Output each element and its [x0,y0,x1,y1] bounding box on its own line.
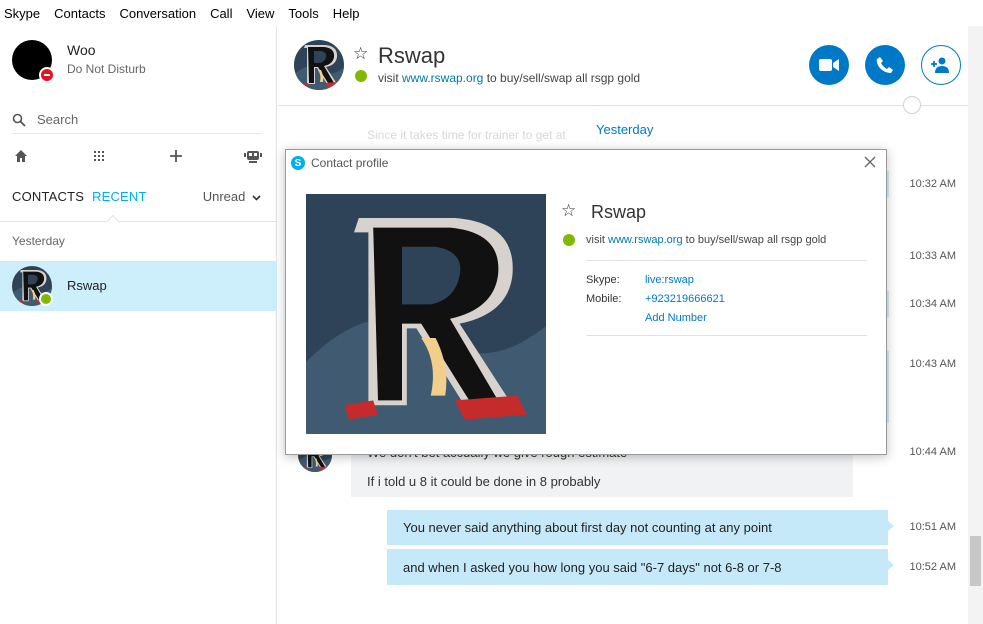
phone-icon [876,57,893,73]
video-call-button[interactable] [809,45,849,85]
menu-conversation[interactable]: Conversation [119,6,196,21]
online-status-icon [563,234,575,246]
plus-icon[interactable] [167,146,185,166]
sidebar-toolbar [12,146,262,168]
online-status-icon [355,70,367,82]
menu-contacts[interactable]: Contacts [54,6,105,21]
my-profile[interactable]: Woo Do Not Disturb [12,40,146,83]
my-avatar[interactable] [12,40,55,83]
scrollbar-thumb[interactable] [970,536,981,586]
mood-prefix: visit [378,71,402,85]
divider [586,335,867,336]
add-number-link[interactable]: Add Number [645,312,707,324]
conversation-header: ☆ Rswap visit www.rswap.org to buy/sell/… [278,26,968,114]
video-icon [819,59,839,71]
divider [586,260,867,261]
menu-tools[interactable]: Tools [288,6,318,21]
profile-mood: visit www.rswap.org to buy/sell/swap all… [586,234,826,246]
close-icon[interactable] [862,154,878,170]
profile-picture [306,194,546,434]
message-time: 10:33 AM [909,250,956,262]
tab-recent[interactable]: RECENT [92,189,147,204]
message-time: 10:51 AM [909,521,956,533]
menu-help[interactable]: Help [333,6,360,21]
message-bubble[interactable]: and when I asked you how long you said "… [387,549,894,585]
message-text: and when I asked you how long you said "… [403,559,782,575]
message-bubble[interactable]: You never said anything about first day … [387,510,894,545]
mood-link[interactable]: www.rswap.org [402,71,483,85]
add-person-icon [931,57,949,73]
home-icon[interactable] [12,146,30,166]
conversation-title[interactable]: Rswap [378,43,445,69]
my-status[interactable]: Do Not Disturb [67,62,146,76]
skype-id-link[interactable]: live:rswap [645,274,694,286]
message-time: 10:52 AM [909,561,956,573]
bot-icon[interactable] [244,146,262,166]
online-status-icon [39,292,53,306]
tab-indicator [105,214,121,230]
contact-profile-dialog: S Contact profile ☆ Rswap visit www.rswa… [285,149,887,455]
audio-call-button[interactable] [865,45,905,85]
search-label: Search [37,112,79,127]
dialog-title: Contact profile [311,156,389,170]
star-icon[interactable]: ☆ [353,44,368,64]
search-box[interactable]: Search [12,106,262,134]
message-text: If i told u 8 it could be done in 8 prob… [367,473,601,489]
conversation-avatar[interactable] [294,40,344,90]
message-text: You never said anything about first day … [403,520,772,535]
star-icon[interactable]: ☆ [561,201,576,221]
message-time: 10:44 AM [909,446,956,458]
profile-name: Rswap [591,202,647,222]
menu-call[interactable]: Call [210,6,232,21]
recent-item-rswap[interactable]: Rswap [0,261,277,311]
skype-icon: S [291,156,305,170]
skype-label: Skype: [586,274,620,286]
mood-link[interactable]: www.rswap.org [608,234,683,246]
mood-prefix: visit [586,234,608,246]
chevron-down-icon [252,195,261,201]
message-time: 10:43 AM [909,358,956,370]
dnd-status-icon [39,67,55,83]
menu-skype[interactable]: Skype [4,6,40,21]
sidebar: Woo Do Not Disturb Search CONTACTS RECEN… [0,26,277,624]
date-separator: Yesterday [596,122,654,137]
dialog-titlebar: S Contact profile [291,155,388,171]
mobile-number-link[interactable]: +923219666621 [645,293,725,305]
menu-view[interactable]: View [246,6,274,21]
message-bubble[interactable]: If i told u 8 it could be done in 8 prob… [351,465,853,497]
recent-item-name: Rswap [67,278,107,293]
scrollbar[interactable] [968,26,983,624]
recent-group-label: Yesterday [12,234,65,248]
sidebar-tabs: CONTACTS RECENT Unread [0,186,277,230]
my-name: Woo [67,42,96,58]
conversation-mood: visit www.rswap.org to buy/sell/swap all… [378,71,640,85]
tab-contacts[interactable]: CONTACTS [12,189,84,204]
message-time: 10:32 AM [909,178,956,190]
unread-filter[interactable]: Unread [203,189,261,204]
mobile-label: Mobile: [586,293,622,305]
dialpad-icon[interactable] [90,146,108,166]
unread-filter-label: Unread [202,189,246,204]
mood-suffix: to buy/sell/swap all rsgp gold [682,234,827,246]
faded-message-text: Since it takes time for trainer to get a… [367,128,566,142]
menu-bar: Skype Contacts Conversation Call View To… [0,0,983,26]
message-time: 10:34 AM [909,298,956,310]
search-icon [12,113,26,127]
mood-suffix: to buy/sell/swap all rsgp gold [483,71,641,85]
add-participant-button[interactable] [921,45,961,85]
